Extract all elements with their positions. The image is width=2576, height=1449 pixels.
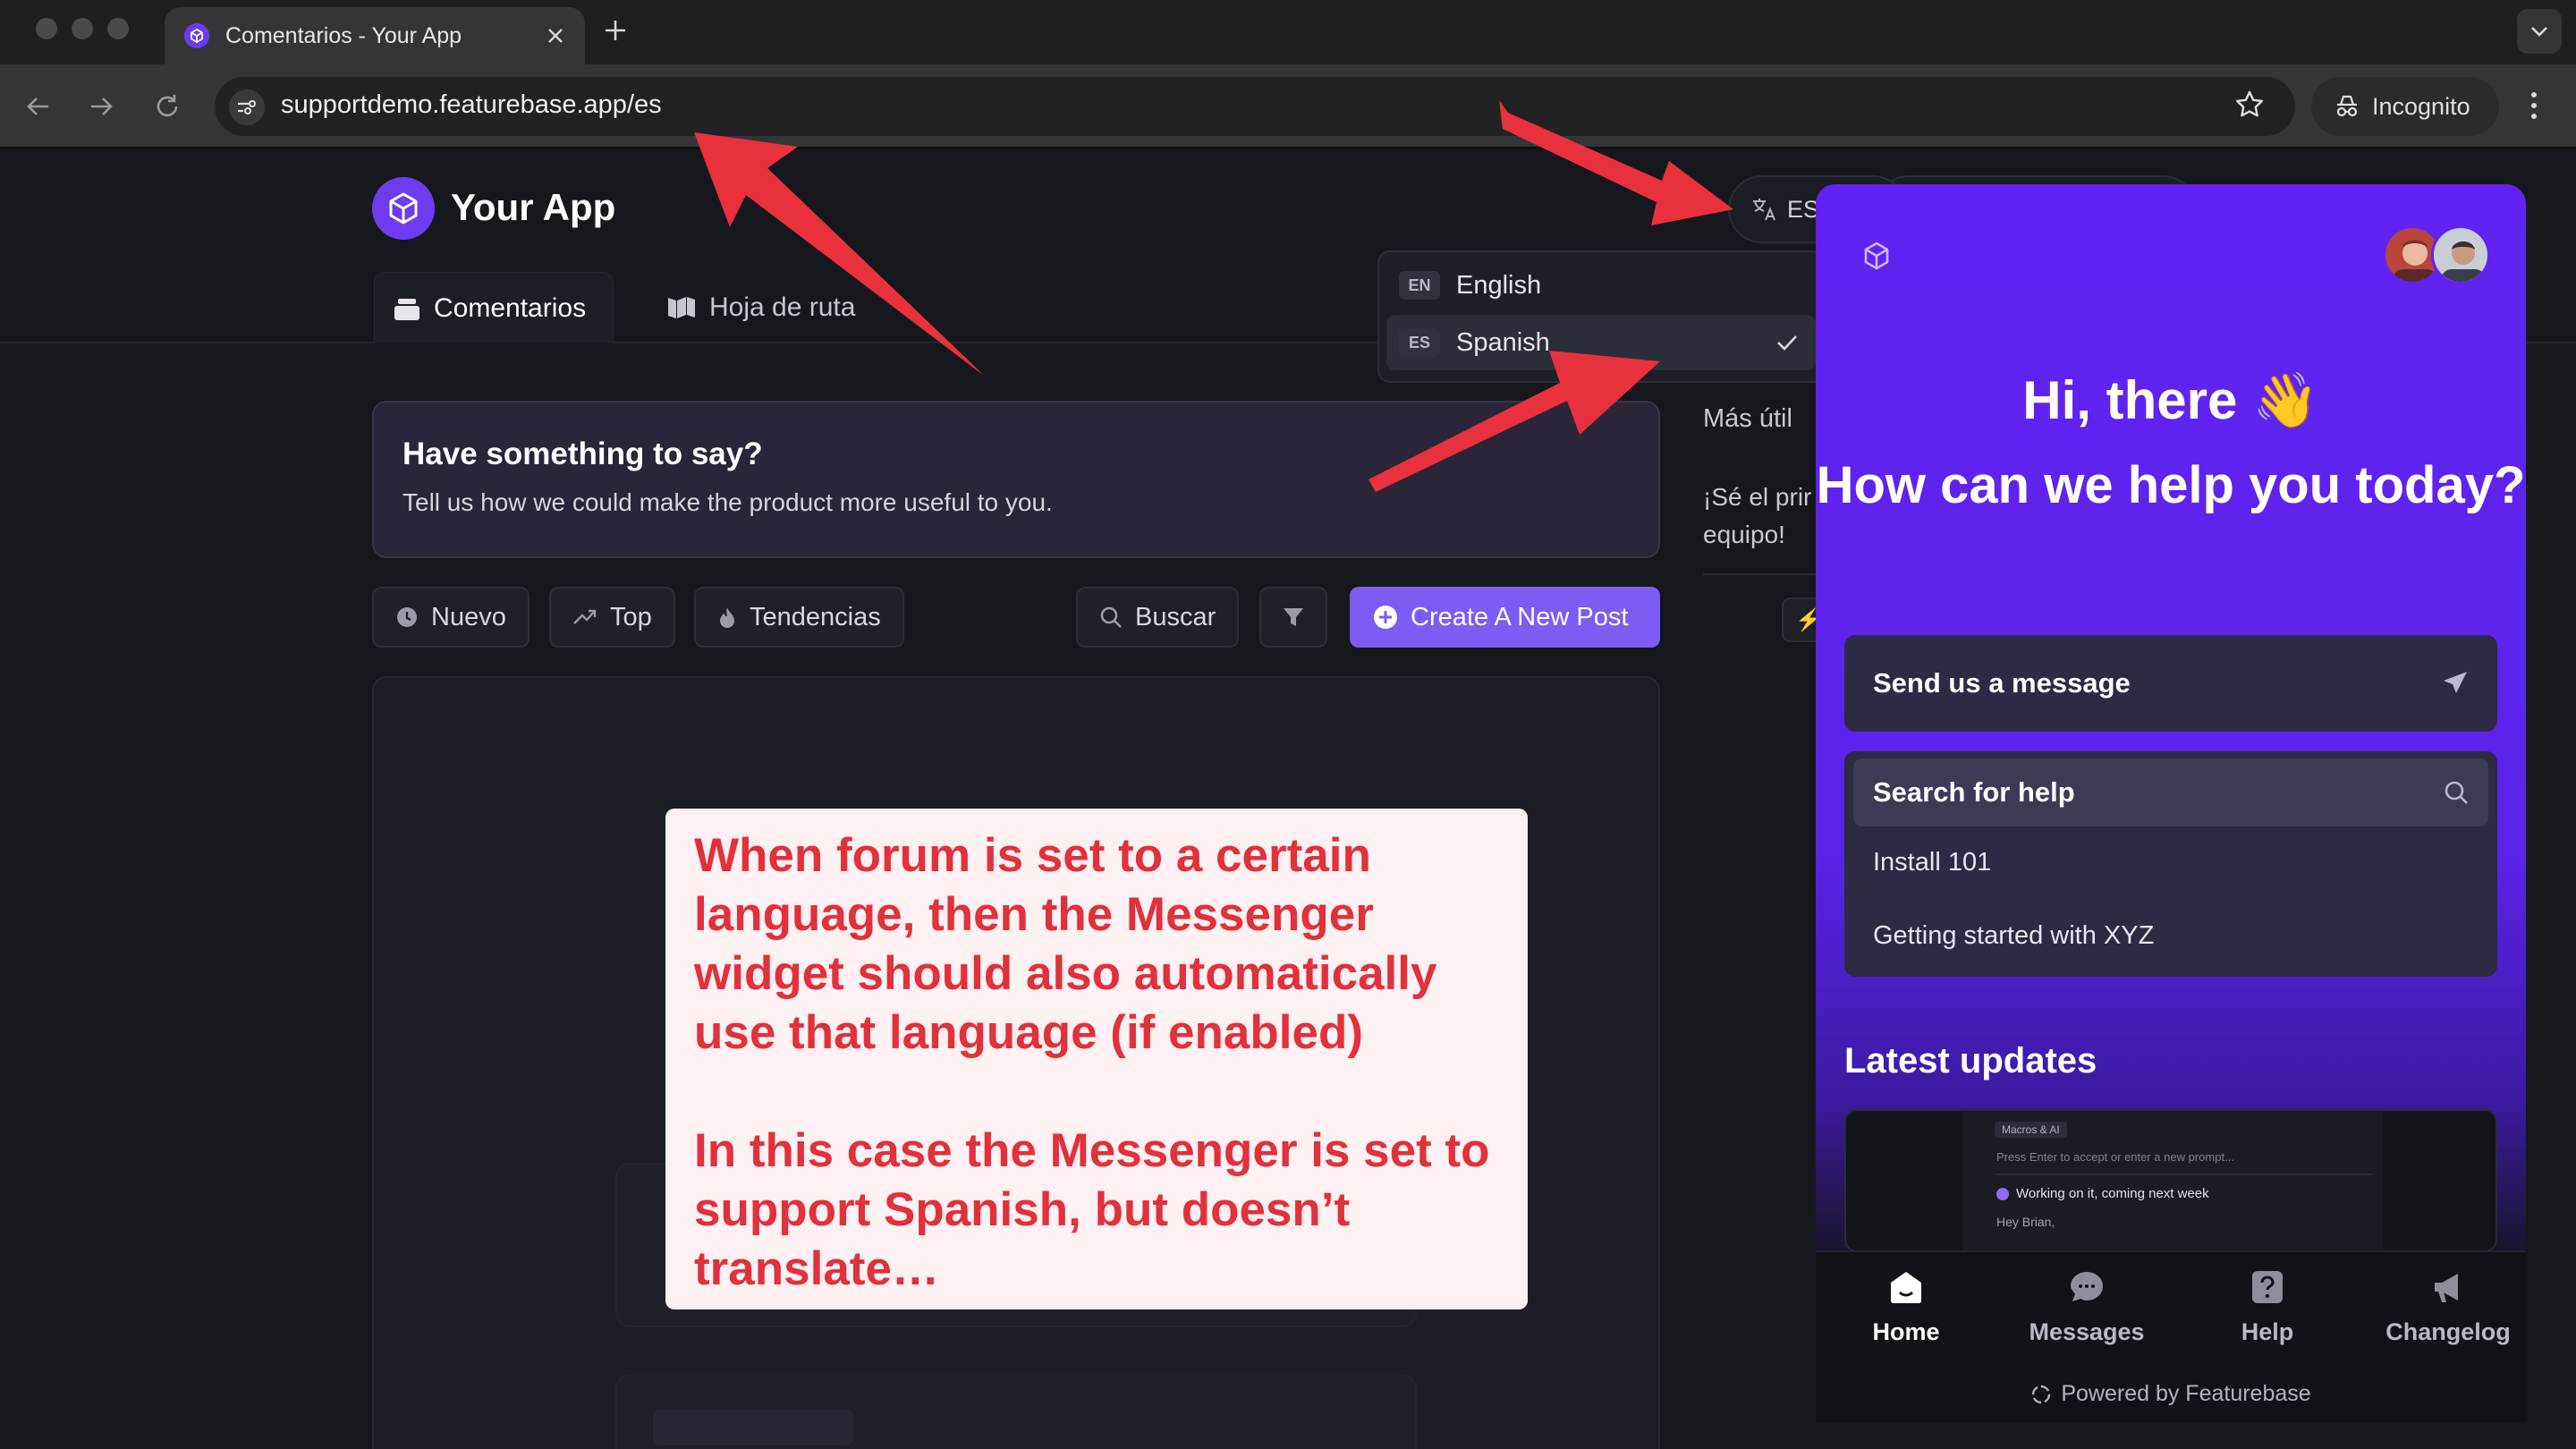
messenger-logo-icon [1860,240,1893,272]
nav-help-label: Help [2241,1318,2294,1345]
tab-hoja-de-ruta[interactable]: Hoja de ruta [666,272,855,343]
create-post-label: Create A New Post [1411,602,1629,631]
incognito-indicator[interactable]: Incognito [2311,77,2499,136]
browser-menu-icon[interactable] [2528,89,2540,122]
nav-changelog[interactable]: Changelog [2363,1268,2533,1346]
url-text[interactable]: supportdemo.featurebase.app/es [281,90,662,120]
reload-icon[interactable] [152,91,182,122]
incognito-label: Incognito [2372,92,2470,120]
search-label: Buscar [1135,602,1216,631]
forward-icon[interactable] [86,91,116,122]
language-current-code: ES [1787,195,1820,223]
annotation-callout: When forum is set to a certain language,… [665,809,1528,1309]
search-icon [2444,780,2469,805]
nav-changelog-label: Changelog [2385,1318,2511,1345]
plus-circle-icon [1373,605,1398,630]
language-code-badge: EN [1399,271,1440,300]
filter-funnel-icon [1282,606,1305,628]
messenger-question: How can we help you today? [1816,456,2526,514]
translate-icon [1751,197,1778,222]
brand-logo-icon[interactable] [372,177,435,240]
status-dot-icon [1996,1187,2009,1200]
search-help-input[interactable]: Search for help [1853,758,2488,826]
skeleton-bar [653,1410,853,1445]
search-help-label: Search for help [1873,776,2075,808]
tab-close-icon[interactable] [546,26,565,46]
new-tab-icon[interactable] [601,16,630,45]
checkmark-icon [1776,334,1798,352]
sidebar-text-line: equipo! [1703,521,1785,548]
megaphone-icon [2429,1268,2467,1306]
window-minimize-dot[interactable] [72,18,93,39]
latest-updates-heading: Latest updates [1844,1041,2097,1080]
brand-name[interactable]: Your App [451,186,615,229]
filter-top-button[interactable]: Top [549,587,675,648]
team-avatar [2431,225,2490,284]
tab-search-icon[interactable] [2517,9,2562,54]
tab-title: Comentarios - Your App [225,22,462,48]
search-icon [1099,606,1123,629]
send-message-label: Send us a message [1873,667,2131,699]
trending-up-icon [572,607,597,627]
filter-nuevo-label: Nuevo [431,602,506,631]
nav-home-label: Home [1872,1318,1940,1345]
update-preview-hint: Press Enter to accept or enter a new pro… [1996,1150,2234,1164]
language-option-label: English [1456,270,1542,300]
filter-tendencias-label: Tendencias [750,602,881,631]
window-zoom-dot[interactable] [107,18,129,39]
send-paper-plane-icon [2442,670,2469,697]
update-preview-reply: Hey Brian, [1996,1215,2055,1229]
bookmark-star-icon[interactable] [2234,89,2265,120]
powered-by-link[interactable]: Powered by Featurebase [1816,1381,2526,1407]
back-icon[interactable] [23,91,54,122]
feedback-banner: Have something to say? Tell us how we co… [372,401,1660,558]
language-option-spanish[interactable]: ES Spanish [1386,315,1816,370]
nav-home[interactable]: Home [1821,1268,1991,1346]
tab-comentarios-label: Comentarios [434,292,587,323]
help-article-link[interactable]: Install 101 [1873,848,1991,877]
filter-nuevo-button[interactable]: Nuevo [372,587,530,648]
home-icon [1887,1268,1925,1306]
tab-favicon-icon [184,23,209,48]
flame-icon [717,606,737,629]
annotation-paragraph: When forum is set to a certain language,… [694,829,1437,1059]
messenger-greeting: Hi, there 👋 [2022,370,2319,430]
help-article-link[interactable]: Getting started with XYZ [1873,921,2154,951]
sidebar-divider [1703,573,1819,575]
language-code-badge: ES [1399,328,1440,357]
chat-bubble-icon [2068,1268,2106,1306]
sidebar-text-line: ¡Sé el prir [1703,483,1812,511]
language-option-label: Spanish [1456,327,1550,357]
nav-messages-label: Messages [2029,1318,2145,1345]
powered-by-label: Powered by Featurebase [2061,1381,2311,1406]
filter-tendencias-button[interactable]: Tendencias [694,587,904,648]
help-question-icon [2249,1268,2286,1306]
tab-hoja-de-ruta-label: Hoja de ruta [709,292,856,322]
annotation-paragraph: In this case the Messenger is set to sup… [694,1124,1490,1295]
roadmap-map-icon [666,294,697,321]
latest-update-card[interactable]: Macros & AI Press Enter to accept or ent… [1844,1109,2497,1252]
search-button[interactable]: Buscar [1076,587,1240,648]
nav-messages[interactable]: Messages [2002,1268,2172,1346]
banner-title: Have something to say? [402,436,763,471]
banner-subtitle: Tell us how we could make the product mo… [402,488,1053,516]
create-post-button[interactable]: Create A New Post [1350,587,1660,648]
filter-top-label: Top [610,602,652,631]
tab-comentarios[interactable]: Comentarios [374,272,614,343]
window-close-dot[interactable] [36,18,57,39]
incognito-icon [2333,94,2361,119]
clock-icon [395,606,419,629]
filter-button[interactable] [1259,587,1327,648]
site-settings-icon[interactable] [229,89,265,125]
sidebar-heading: Más útil [1703,404,1792,433]
language-option-english[interactable]: EN English [1386,258,1816,313]
featurebase-logo-icon [2030,1384,2052,1405]
inbox-icon [393,295,421,322]
nav-help[interactable]: Help [2182,1268,2352,1346]
update-preview-tag: Macros & AI [1995,1122,2067,1138]
browser-tab[interactable]: Comentarios - Your App [165,7,585,64]
send-message-button[interactable]: Send us a message [1844,635,2497,732]
update-preview-status: Working on it, coming next week [2016,1186,2209,1201]
